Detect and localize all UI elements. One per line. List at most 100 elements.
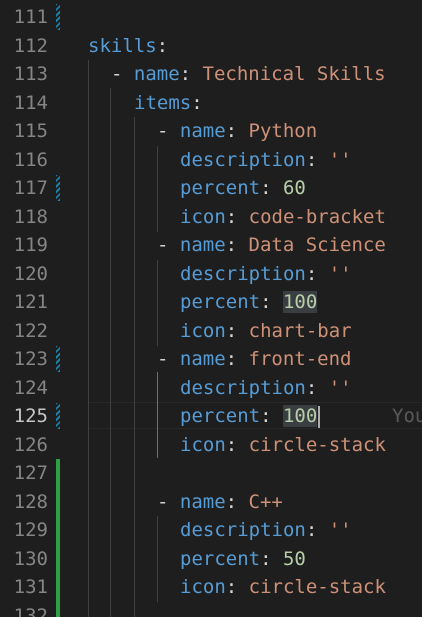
yaml-colon: : (191, 91, 203, 114)
code-line[interactable]: 118 icon: code-bracket (0, 203, 422, 232)
yaml-string: '' (328, 376, 352, 399)
yaml-number: 50 (282, 547, 306, 570)
yaml-string: Data Science (248, 234, 386, 256)
yaml-string: front-end (248, 348, 352, 370)
yaml-colon: : (225, 319, 249, 342)
code-line[interactable]: 117 percent: 60 (0, 174, 422, 203)
yaml-colon: : (305, 376, 329, 399)
code-editor[interactable]: 111 112 skills: 113 - name: Technical Sk… (0, 0, 422, 617)
yaml-string: '' (328, 148, 352, 171)
yaml-string: '' (328, 262, 352, 285)
code-line[interactable]: 130 percent: 50 (0, 545, 422, 574)
line-number: 130 (13, 547, 48, 570)
yaml-key: percent (180, 291, 261, 313)
blame-ghost-text: You (392, 405, 422, 427)
line-number: 121 (13, 291, 48, 313)
code-line[interactable]: 116 description: '' (0, 146, 422, 175)
yaml-colon: : (225, 490, 249, 513)
line-number: 129 (13, 519, 48, 541)
yaml-key: percent (180, 177, 261, 199)
yaml-key: icon (180, 319, 226, 342)
code-line[interactable]: 111 (0, 3, 422, 32)
code-line[interactable]: 120 description: '' (0, 260, 422, 289)
yaml-string: Python (248, 120, 318, 142)
line-number: 132 (13, 604, 48, 617)
line-number: 124 (13, 376, 48, 399)
yaml-colon: : (225, 205, 249, 228)
yaml-key: skills (88, 34, 157, 57)
line-number: 118 (13, 205, 48, 228)
code-line[interactable]: 132 (0, 602, 422, 617)
yaml-colon: : (260, 547, 283, 570)
yaml-string: Technical Skills (202, 63, 386, 85)
yaml-key: icon (180, 433, 226, 456)
yaml-colon: : (225, 433, 249, 456)
yaml-key: icon (180, 205, 226, 228)
yaml-colon: : (179, 63, 203, 85)
line-number: 116 (13, 148, 48, 171)
list-dash: - (157, 348, 180, 370)
line-number: 119 (13, 234, 48, 256)
yaml-number: 60 (282, 177, 306, 199)
yaml-key: description (180, 262, 306, 285)
yaml-key: icon (180, 576, 226, 598)
code-line[interactable]: 115 - name: Python (0, 117, 422, 146)
yaml-colon: : (156, 34, 169, 57)
yaml-colon: : (225, 234, 249, 256)
yaml-key: name (179, 120, 226, 142)
line-number: 120 (13, 262, 48, 285)
yaml-key: description (180, 376, 306, 399)
code-line[interactable]: 129 description: '' (0, 516, 422, 545)
code-line[interactable]: 119 - name: Data Science (0, 231, 422, 260)
line-number: 126 (13, 433, 48, 456)
yaml-colon: : (260, 177, 283, 199)
line-number: 117 (13, 177, 48, 199)
list-dash: - (157, 120, 180, 142)
yaml-colon: : (225, 576, 249, 598)
line-number: 123 (13, 348, 48, 370)
yaml-colon: : (305, 148, 329, 171)
yaml-key: description (180, 519, 306, 541)
yaml-string: C++ (248, 490, 283, 513)
line-number: 128 (13, 490, 48, 513)
list-dash: - (157, 234, 180, 256)
code-line[interactable]: 121 percent: 100 (0, 288, 422, 317)
code-line[interactable]: 112 skills: (0, 32, 422, 61)
line-number: 127 (13, 462, 48, 484)
line-number-active: 125 (13, 405, 48, 427)
code-line[interactable]: 127 (0, 459, 422, 488)
code-line[interactable]: 126 icon: circle-stack (0, 431, 422, 460)
line-number: 112 (13, 34, 48, 57)
code-line[interactable]: 123 - name: front-end (0, 345, 422, 374)
yaml-colon: : (260, 405, 283, 427)
yaml-string: code-bracket (248, 205, 386, 228)
code-line[interactable]: 122 icon: chart-bar (0, 317, 422, 346)
code-line[interactable]: 131 icon: circle-stack (0, 573, 422, 602)
yaml-key: name (179, 234, 226, 256)
yaml-colon: : (225, 348, 249, 370)
line-number: 111 (13, 6, 48, 28)
yaml-number-highlighted: 100 (282, 405, 318, 427)
list-dash: - (157, 490, 180, 513)
yaml-key: name (179, 490, 226, 513)
yaml-colon: : (305, 262, 329, 285)
yaml-key: name (133, 63, 180, 85)
code-line[interactable]: 113 - name: Technical Skills (0, 60, 422, 89)
yaml-number-highlighted: 100 (282, 291, 318, 313)
yaml-string: circle-stack (248, 433, 386, 456)
yaml-colon: : (225, 120, 249, 142)
line-number: 115 (13, 120, 48, 142)
yaml-colon: : (305, 519, 329, 541)
yaml-key: name (179, 348, 226, 370)
line-number: 122 (13, 319, 48, 342)
code-line[interactable]: 128 - name: C++ (0, 488, 422, 517)
yaml-key: items (134, 91, 192, 114)
yaml-key: percent (180, 405, 261, 427)
code-line[interactable]: 124 description: '' (0, 374, 422, 403)
line-number: 114 (13, 91, 48, 114)
yaml-key: percent (180, 547, 261, 570)
yaml-colon: : (260, 291, 283, 313)
code-line[interactable]: 114 items: (0, 89, 422, 118)
code-line-current[interactable]: 125 percent: 100 You (0, 402, 422, 431)
yaml-string: '' (328, 519, 352, 541)
